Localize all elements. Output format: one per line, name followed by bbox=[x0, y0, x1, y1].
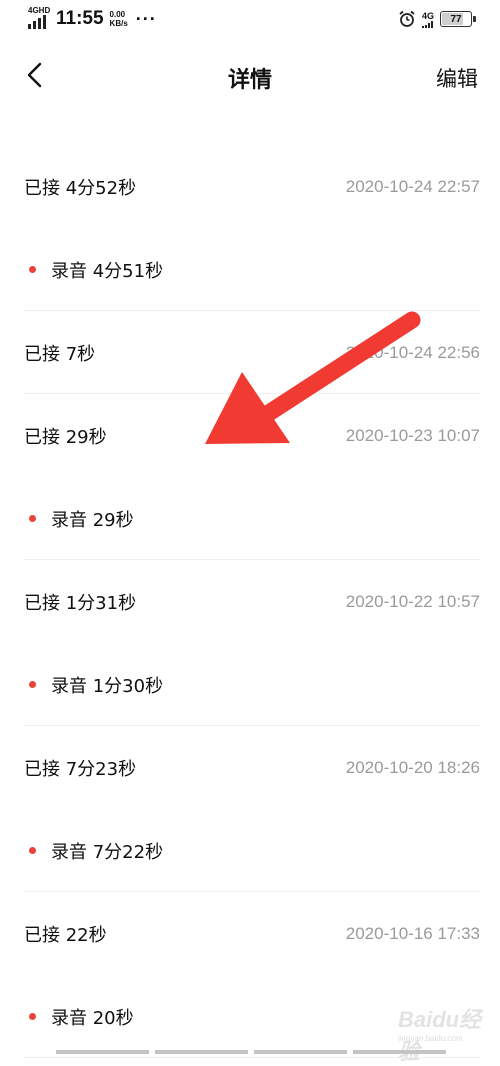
call-timestamp: 2020-10-20 18:26 bbox=[345, 757, 480, 777]
network-type-right: 4G bbox=[421, 10, 434, 21]
speed-unit: KB/s bbox=[109, 19, 128, 28]
call-timestamp: 2020-10-22 10:57 bbox=[345, 591, 480, 611]
call-timestamp: 2020-10-16 17:33 bbox=[345, 923, 480, 943]
call-record-row[interactable]: 已接 7秒 2020-10-24 22:56 bbox=[0, 311, 500, 394]
call-status-duration: 已接 7秒 bbox=[24, 343, 96, 365]
nav-header: 详情 编辑 bbox=[0, 50, 500, 100]
status-right: 4G 77 bbox=[398, 10, 476, 28]
signal-icon: 4GHD bbox=[28, 6, 51, 29]
edit-button[interactable]: 编辑 bbox=[436, 63, 478, 93]
status-time: 11:55 bbox=[56, 8, 104, 29]
recording-row[interactable]: 录音 1分30秒 bbox=[0, 643, 500, 726]
call-status-duration: 已接 7分23秒 bbox=[24, 758, 137, 780]
call-record-row[interactable]: 已接 22秒 2020-10-16 17:33 bbox=[0, 892, 500, 975]
call-record-list: 已接 4分52秒 2020-10-24 22:57 录音 4分51秒已接 7秒 202… bbox=[0, 145, 500, 1058]
recording-dot-icon bbox=[29, 1013, 36, 1020]
recording-label: 录音 20秒 bbox=[51, 1007, 134, 1029]
call-status-duration: 已接 22秒 bbox=[24, 924, 107, 946]
call-record-row[interactable]: 已接 29秒 2020-10-23 10:07 bbox=[0, 394, 500, 477]
call-timestamp: 2020-10-23 10:07 bbox=[345, 425, 480, 445]
baidu-watermark: Baidu经验 jingyan.baidu.com bbox=[396, 996, 486, 1064]
recording-label: 录音 4分51秒 bbox=[51, 260, 164, 282]
call-timestamp: 2020-10-24 22:57 bbox=[345, 176, 480, 196]
watermark-url: jingyan.baidu.com bbox=[398, 1034, 463, 1043]
recording-label: 录音 7分22秒 bbox=[51, 841, 164, 863]
recording-row[interactable]: 录音 4分51秒 bbox=[0, 228, 500, 311]
more-notifications-icon: ··· bbox=[135, 9, 157, 29]
call-record-row[interactable]: 已接 7分23秒 2020-10-20 18:26 bbox=[0, 726, 500, 809]
alarm-clock-icon bbox=[399, 10, 415, 27]
recording-label: 录音 29秒 bbox=[51, 509, 134, 531]
call-status-duration: 已接 29秒 bbox=[24, 426, 107, 448]
call-status-duration: 已接 1分31秒 bbox=[24, 592, 137, 614]
call-timestamp: 2020-10-24 22:56 bbox=[345, 342, 480, 362]
recording-dot-icon bbox=[29, 515, 36, 522]
call-record-row[interactable]: 已接 4分52秒 2020-10-24 22:57 bbox=[0, 145, 500, 228]
recording-row[interactable]: 录音 29秒 bbox=[0, 477, 500, 560]
home-indicator bbox=[56, 1050, 446, 1054]
call-status-duration: 已接 4分52秒 bbox=[24, 177, 137, 199]
recording-dot-icon bbox=[29, 681, 36, 688]
recording-dot-icon bbox=[29, 266, 36, 273]
network-speed: 0.00 KB/s bbox=[110, 10, 128, 28]
mobile-signal: 4G bbox=[422, 11, 434, 28]
battery-level: 77 bbox=[450, 13, 462, 25]
recording-dot-icon bbox=[29, 847, 36, 854]
page-title: 详情 bbox=[227, 68, 272, 93]
recording-label: 录音 1分30秒 bbox=[51, 675, 164, 697]
status-bar: 4GHD 11:55 0.00 KB/s ··· 4G 77 bbox=[0, 0, 500, 40]
speed-value: 0.00 bbox=[109, 10, 126, 19]
status-left: 4GHD 11:55 0.00 KB/s ··· bbox=[28, 6, 157, 30]
call-record-row[interactable]: 已接 1分31秒 2020-10-22 10:57 bbox=[0, 560, 500, 643]
network-type: 4GHD bbox=[28, 6, 51, 15]
recording-row[interactable]: 录音 7分22秒 bbox=[0, 809, 500, 892]
battery-icon: 77 bbox=[440, 11, 476, 27]
